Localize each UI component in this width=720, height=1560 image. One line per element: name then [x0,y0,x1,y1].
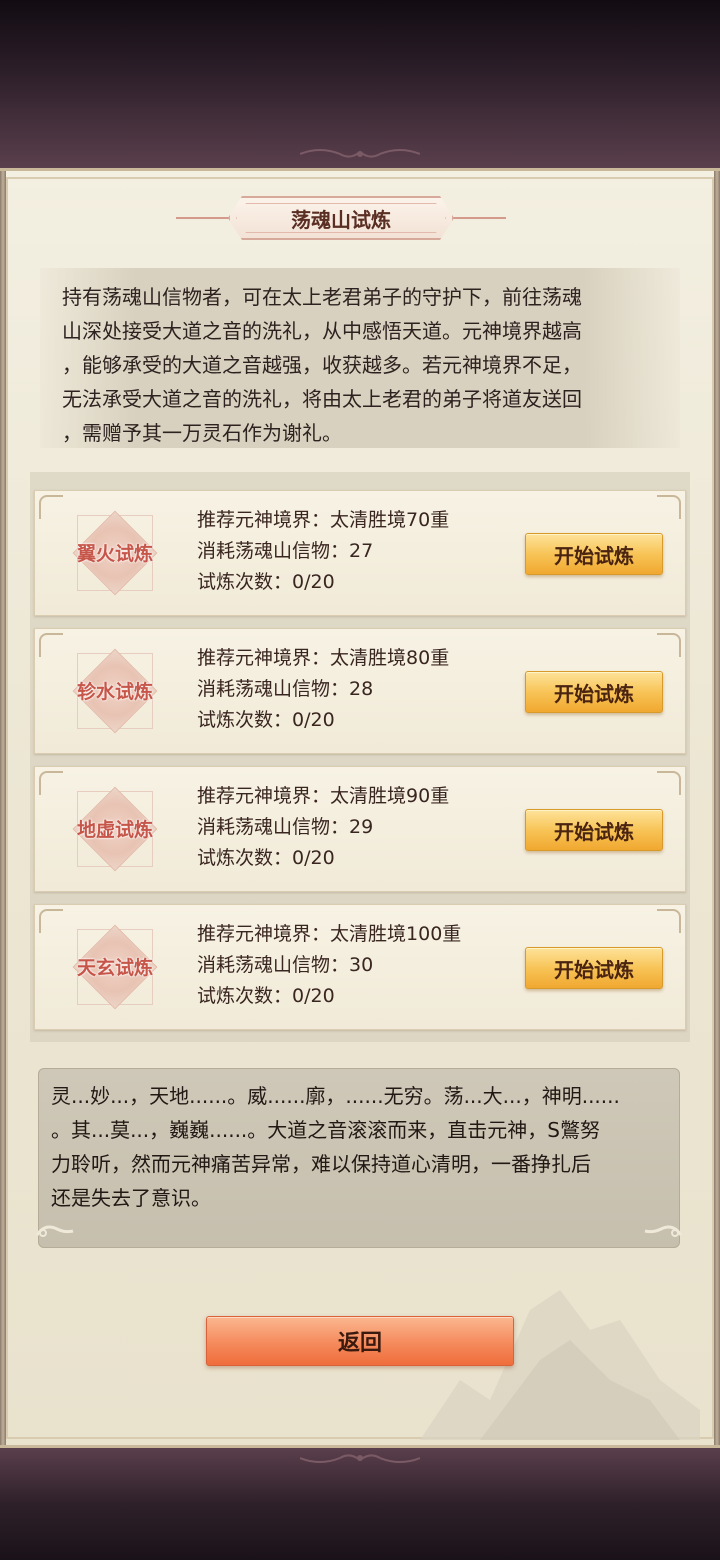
cost-value: 30 [349,954,374,976]
recommend-label: 推荐元神境界： [197,785,331,807]
top-ornament [300,149,420,158]
start-trial-button[interactable]: 开始试炼 [525,809,663,851]
corner-ornament-icon [657,495,681,519]
cost-value: 27 [349,540,374,562]
cost-value: 28 [349,678,374,700]
cost-label: 消耗荡魂山信物： [197,540,350,562]
trial-card: 轸水试炼 推荐元神境界：太清胜境80重 消耗荡魂山信物：28 试炼次数：0/20… [34,628,686,754]
corner-ornament-icon [657,633,681,657]
trial-card: 天玄试炼 推荐元神境界：太清胜境100重 消耗荡魂山信物：30 试炼次数：0/2… [34,904,686,1030]
return-button[interactable]: 返回 [206,1316,514,1366]
count-label: 试炼次数： [197,571,293,593]
bottom-ornament [300,1454,420,1463]
start-trial-button[interactable]: 开始试炼 [525,947,663,989]
title-line-left [176,217,236,219]
trial-emblem: 地虚试炼 [72,786,158,872]
description-text: 持有荡魂山信物者，可在太上老君弟子的守护下，前往荡魂 山深处接受大道之音的洗礼，… [62,285,582,445]
start-trial-button[interactable]: 开始试炼 [525,533,663,575]
trial-info: 推荐元神境界：太清胜境100重 消耗荡魂山信物：30 试炼次数：0/20 [197,919,517,1012]
recommend-label: 推荐元神境界： [197,647,331,669]
corner-ornament-icon [39,771,63,795]
trial-card: 翼火试炼 推荐元神境界：太清胜境70重 消耗荡魂山信物：27 试炼次数：0/20… [34,490,686,616]
bottom-banner [0,1448,720,1560]
recommend-value: 太清胜境80重 [330,647,450,669]
count-value: 0/20 [292,985,335,1007]
cost-label: 消耗荡魂山信物： [197,954,350,976]
count-value: 0/20 [292,847,335,869]
count-value: 0/20 [292,709,335,731]
narrative-box: 灵...妙...，天地......。威......廓，......无穷。荡...… [35,1068,683,1248]
trial-emblem: 翼火试炼 [72,510,158,596]
recommend-value: 太清胜境100重 [330,923,462,945]
swirl-ornament-icon [35,1225,74,1237]
trial-emblem: 天玄试炼 [72,924,158,1010]
swirl-ornament-icon [644,1225,683,1237]
corner-ornament-icon [39,633,63,657]
count-label: 试炼次数： [197,847,293,869]
corner-ornament-icon [39,909,63,933]
corner-ornament-icon [657,909,681,933]
trial-info: 推荐元神境界：太清胜境90重 消耗荡魂山信物：29 试炼次数：0/20 [197,781,517,874]
scroll-rod-right [714,171,720,1445]
cost-label: 消耗荡魂山信物： [197,678,350,700]
trial-name: 翼火试炼 [76,543,153,565]
count-label: 试炼次数： [197,709,293,731]
trial-name: 轸水试炼 [76,681,153,703]
trial-emblem: 轸水试炼 [72,648,158,734]
description-box: 持有荡魂山信物者，可在太上老君弟子的守护下，前往荡魂 山深处接受大道之音的洗礼，… [40,268,680,448]
trial-name: 地虚试炼 [76,819,153,841]
recommend-label: 推荐元神境界： [197,509,331,531]
recommend-value: 太清胜境70重 [330,509,450,531]
top-banner [0,0,720,168]
count-label: 试炼次数： [197,985,293,1007]
corner-ornament-icon [39,495,63,519]
cost-value: 29 [349,816,374,838]
narrative-text: 灵...妙...，天地......。威......廓，......无穷。荡...… [51,1084,620,1210]
title-line-right [446,217,506,219]
start-trial-button[interactable]: 开始试炼 [525,671,663,713]
title-plaque: 荡魂山试炼 [228,196,454,240]
page-title: 荡魂山试炼 [291,207,391,232]
cost-label: 消耗荡魂山信物： [197,816,350,838]
recommend-value: 太清胜境90重 [330,785,450,807]
trial-info: 推荐元神境界：太清胜境70重 消耗荡魂山信物：27 试炼次数：0/20 [197,505,517,598]
trial-name: 天玄试炼 [76,957,153,979]
corner-ornament-icon [657,771,681,795]
recommend-label: 推荐元神境界： [197,923,331,945]
trial-list: 翼火试炼 推荐元神境界：太清胜境70重 消耗荡魂山信物：27 试炼次数：0/20… [30,472,690,1042]
trial-info: 推荐元神境界：太清胜境80重 消耗荡魂山信物：28 试炼次数：0/20 [197,643,517,736]
trial-card: 地虚试炼 推荐元神境界：太清胜境90重 消耗荡魂山信物：29 试炼次数：0/20… [34,766,686,892]
count-value: 0/20 [292,571,335,593]
title-banner: 荡魂山试炼 [176,194,506,242]
